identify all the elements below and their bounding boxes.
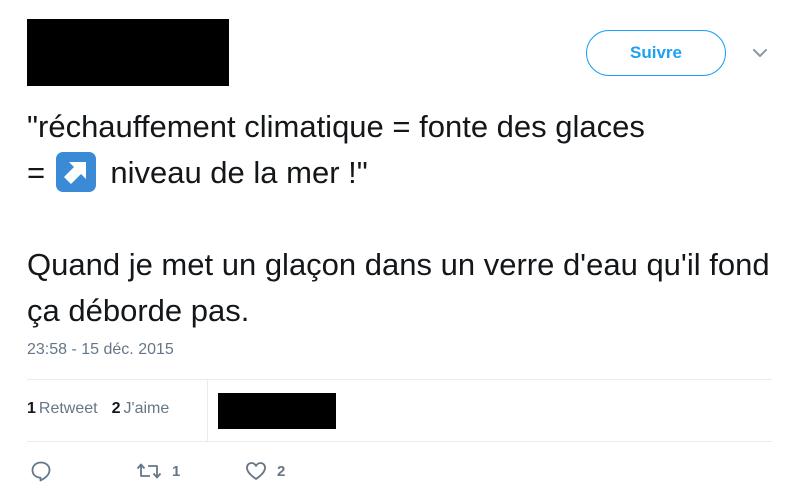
divider — [27, 379, 772, 380]
arrow-upper-right-emoji-icon — [55, 151, 96, 192]
retweet-icon — [136, 460, 162, 482]
tweet-line-2-prefix: = — [27, 155, 54, 190]
redacted-likers-avatars — [218, 393, 336, 429]
likes-stat[interactable]: 2 J'aime — [112, 400, 170, 418]
reply-icon — [30, 460, 52, 482]
retweets-stat[interactable]: 1 Retweet — [27, 400, 98, 418]
tweet-timestamp[interactable]: 23:58 - 15 déc. 2015 — [27, 341, 174, 359]
tweet-actions: 1 2 — [0, 460, 800, 486]
like-button[interactable]: 2 — [245, 460, 285, 482]
tweet-line-1: "réchauffement climatique = fonte des gl… — [27, 109, 645, 144]
tweet-line-2: = niveau de la mer !" — [27, 150, 777, 196]
likes-count: 2 — [111, 400, 121, 417]
heart-icon — [245, 460, 267, 482]
likes-label: J'aime — [123, 400, 170, 417]
divider-vertical — [207, 380, 208, 441]
retweets-label: Retweet — [38, 400, 98, 417]
tweet-text: "réchauffement climatique = fonte des gl… — [27, 104, 777, 334]
redacted-user-header — [27, 19, 229, 86]
follow-button[interactable]: Suivre — [586, 30, 726, 76]
retweet-action-count: 1 — [172, 462, 181, 480]
like-action-count: 2 — [277, 462, 286, 480]
tweet-stats: 1 Retweet 2 J'aime — [27, 400, 169, 418]
reply-button[interactable] — [30, 460, 52, 482]
retweets-count: 1 — [27, 400, 36, 417]
divider — [27, 441, 772, 442]
tweet-paragraph-2: Quand je met un glaçon dans un verre d'e… — [27, 247, 770, 328]
tweet-line-2-suffix: niveau de la mer !" — [101, 155, 368, 190]
chevron-down-icon[interactable] — [752, 46, 768, 58]
retweet-button[interactable]: 1 — [136, 460, 180, 482]
follow-button-label: Suivre — [630, 43, 682, 62]
